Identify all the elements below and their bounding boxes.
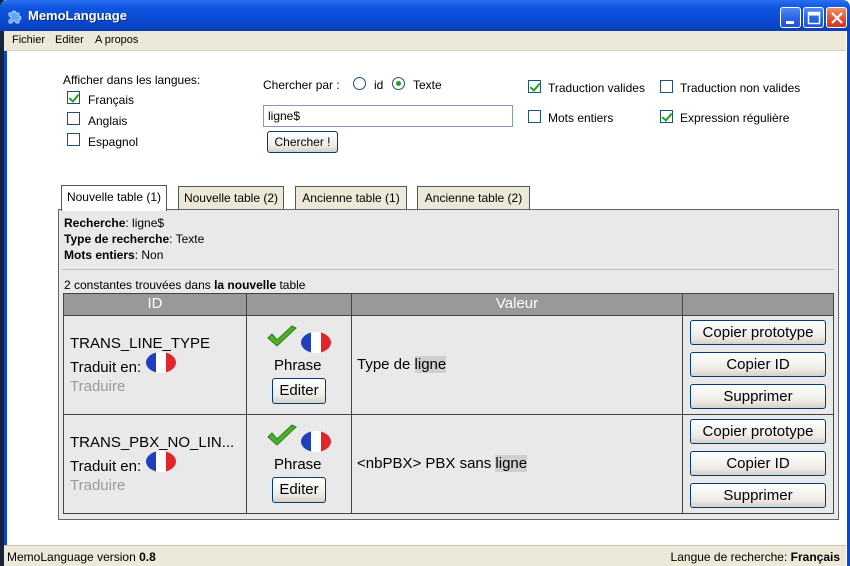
column-divider (351, 294, 352, 514)
french-flag-icon (146, 352, 176, 373)
delete-button[interactable]: Supprimer (690, 384, 826, 409)
version-info: MemoLanguage version 0.8 (7, 550, 156, 564)
menu-a-propos[interactable]: A propos (95, 34, 138, 46)
window-title: MemoLanguage (28, 8, 127, 23)
status-bar: MemoLanguage version 0.8 Langue de reche… (4, 545, 846, 566)
translate-link[interactable]: Traduire (70, 378, 125, 395)
results-count-bold: la nouvelle (214, 278, 277, 292)
search-button[interactable]: Chercher ! (267, 131, 338, 153)
search-by-text-label: Texte (413, 78, 442, 92)
search-language-label: Langue de recherche: (670, 550, 791, 564)
row-value: Type de ligne (357, 356, 447, 373)
row-value: <nbPBX> PBX sans ligne (357, 455, 528, 472)
maximize-icon (807, 11, 821, 25)
valid-translations-label: Traduction valides (548, 81, 645, 95)
tab-ancienne-table-1[interactable]: Ancienne table (1) (295, 186, 407, 210)
close-icon (831, 12, 843, 24)
row-value-prefix: Type de (357, 356, 415, 373)
menu-editer[interactable]: Editer (55, 34, 84, 46)
row-value-match: ligne (495, 455, 528, 472)
maximize-button[interactable] (803, 7, 824, 28)
summary-type: Type de recherche: Texte (64, 232, 205, 246)
search-by-label: Chercher par : (263, 78, 340, 92)
results-count-suffix: table (276, 278, 306, 292)
summary-recherche: Recherche: ligne$ (64, 216, 165, 230)
copy-prototype-button[interactable]: Copier prototype (690, 320, 826, 345)
row-translated-label: Traduit en: (70, 458, 142, 475)
column-header-actions (683, 294, 833, 315)
search-by-text-radio[interactable] (392, 77, 405, 90)
translate-link[interactable]: Traduire (70, 477, 125, 494)
minimize-button[interactable] (780, 7, 801, 28)
summary-mots-value: Non (141, 248, 164, 262)
valid-checkmark-icon (267, 325, 297, 347)
tab-nouvelle-table-1[interactable]: Nouvelle table (1) (61, 185, 167, 211)
copy-id-button[interactable]: Copier ID (690, 451, 826, 476)
column-header-id: ID (64, 294, 247, 315)
summary-recherche-key: Recherche (64, 216, 126, 230)
minimize-icon (786, 21, 794, 24)
search-by-id-radio[interactable] (353, 77, 366, 90)
copy-id-button[interactable]: Copier ID (690, 352, 826, 377)
column-header-valeur: Valeur (352, 294, 683, 315)
copy-prototype-button[interactable]: Copier prototype (690, 419, 826, 444)
invalid-translations-checkbox[interactable] (660, 80, 673, 93)
french-flag-icon (146, 451, 176, 472)
row-kind: Phrase (274, 456, 322, 473)
row-divider (64, 414, 834, 415)
delete-button[interactable]: Supprimer (690, 483, 826, 508)
row-id: TRANS_LINE_TYPE (70, 335, 211, 352)
close-button[interactable] (826, 7, 847, 28)
header-divider (64, 315, 834, 316)
valid-checkmark-icon (267, 424, 297, 446)
tab-nouvelle-table-2[interactable]: Nouvelle table (2) (178, 186, 284, 210)
lang-francais-checkbox[interactable] (67, 91, 80, 104)
summary-mots-key: Mots entiers (64, 248, 135, 262)
results-count: 2 constantes trouvées dans la nouvelle t… (64, 278, 305, 292)
whole-words-checkbox[interactable] (528, 110, 541, 123)
search-by-id-label: id (374, 78, 384, 92)
valid-translations-checkbox[interactable] (528, 80, 541, 93)
row-id: TRANS_PBX_NO_LIN... (70, 434, 235, 451)
column-divider (682, 294, 683, 514)
menu-fichier[interactable]: Fichier (12, 34, 45, 46)
search-input[interactable] (263, 105, 513, 127)
summary-mots: Mots entiers: Non (64, 248, 164, 262)
regex-label: Expression régulière (680, 111, 790, 125)
summary-type-key: Type de recherche (64, 232, 170, 246)
version-number: 0.8 (139, 550, 156, 564)
french-flag-icon (301, 332, 331, 353)
lang-francais-label: Français (88, 93, 135, 107)
invalid-translations-label: Traduction non valides (680, 81, 801, 95)
languages-label: Afficher dans les langues: (63, 73, 201, 87)
regex-checkbox[interactable] (660, 110, 673, 123)
search-language-value: Français (790, 550, 840, 564)
version-label: MemoLanguage version (7, 550, 140, 564)
title-bar[interactable]: MemoLanguage (0, 0, 850, 31)
row-kind: Phrase (274, 357, 322, 374)
column-header-type (247, 294, 352, 315)
row-value-prefix: <nbPBX> PBX sans (357, 455, 496, 472)
edit-button[interactable]: Editer (272, 378, 326, 404)
menu-bar: Fichier Editer A propos (4, 31, 846, 51)
search-language-info: Langue de recherche: Français (671, 550, 840, 564)
lang-anglais-label: Anglais (88, 114, 128, 128)
lang-anglais-checkbox[interactable] (67, 112, 80, 125)
lang-espagnol-checkbox[interactable] (67, 133, 80, 146)
tab-ancienne-table-2[interactable]: Ancienne table (2) (417, 186, 530, 210)
row-translated-label: Traduit en: (70, 359, 142, 376)
lang-espagnol-label: Espagnol (88, 135, 139, 149)
summary-separator (62, 269, 834, 270)
summary-type-value: Texte (175, 232, 205, 246)
puzzle-icon (8, 10, 22, 24)
whole-words-label: Mots entiers (548, 111, 614, 125)
edit-button[interactable]: Editer (272, 477, 326, 503)
results-count-prefix: 2 constantes trouvées dans (64, 278, 215, 292)
french-flag-icon (301, 431, 331, 452)
column-divider (246, 294, 247, 514)
summary-recherche-value: ligne$ (132, 216, 165, 230)
row-value-match: ligne (414, 356, 447, 373)
